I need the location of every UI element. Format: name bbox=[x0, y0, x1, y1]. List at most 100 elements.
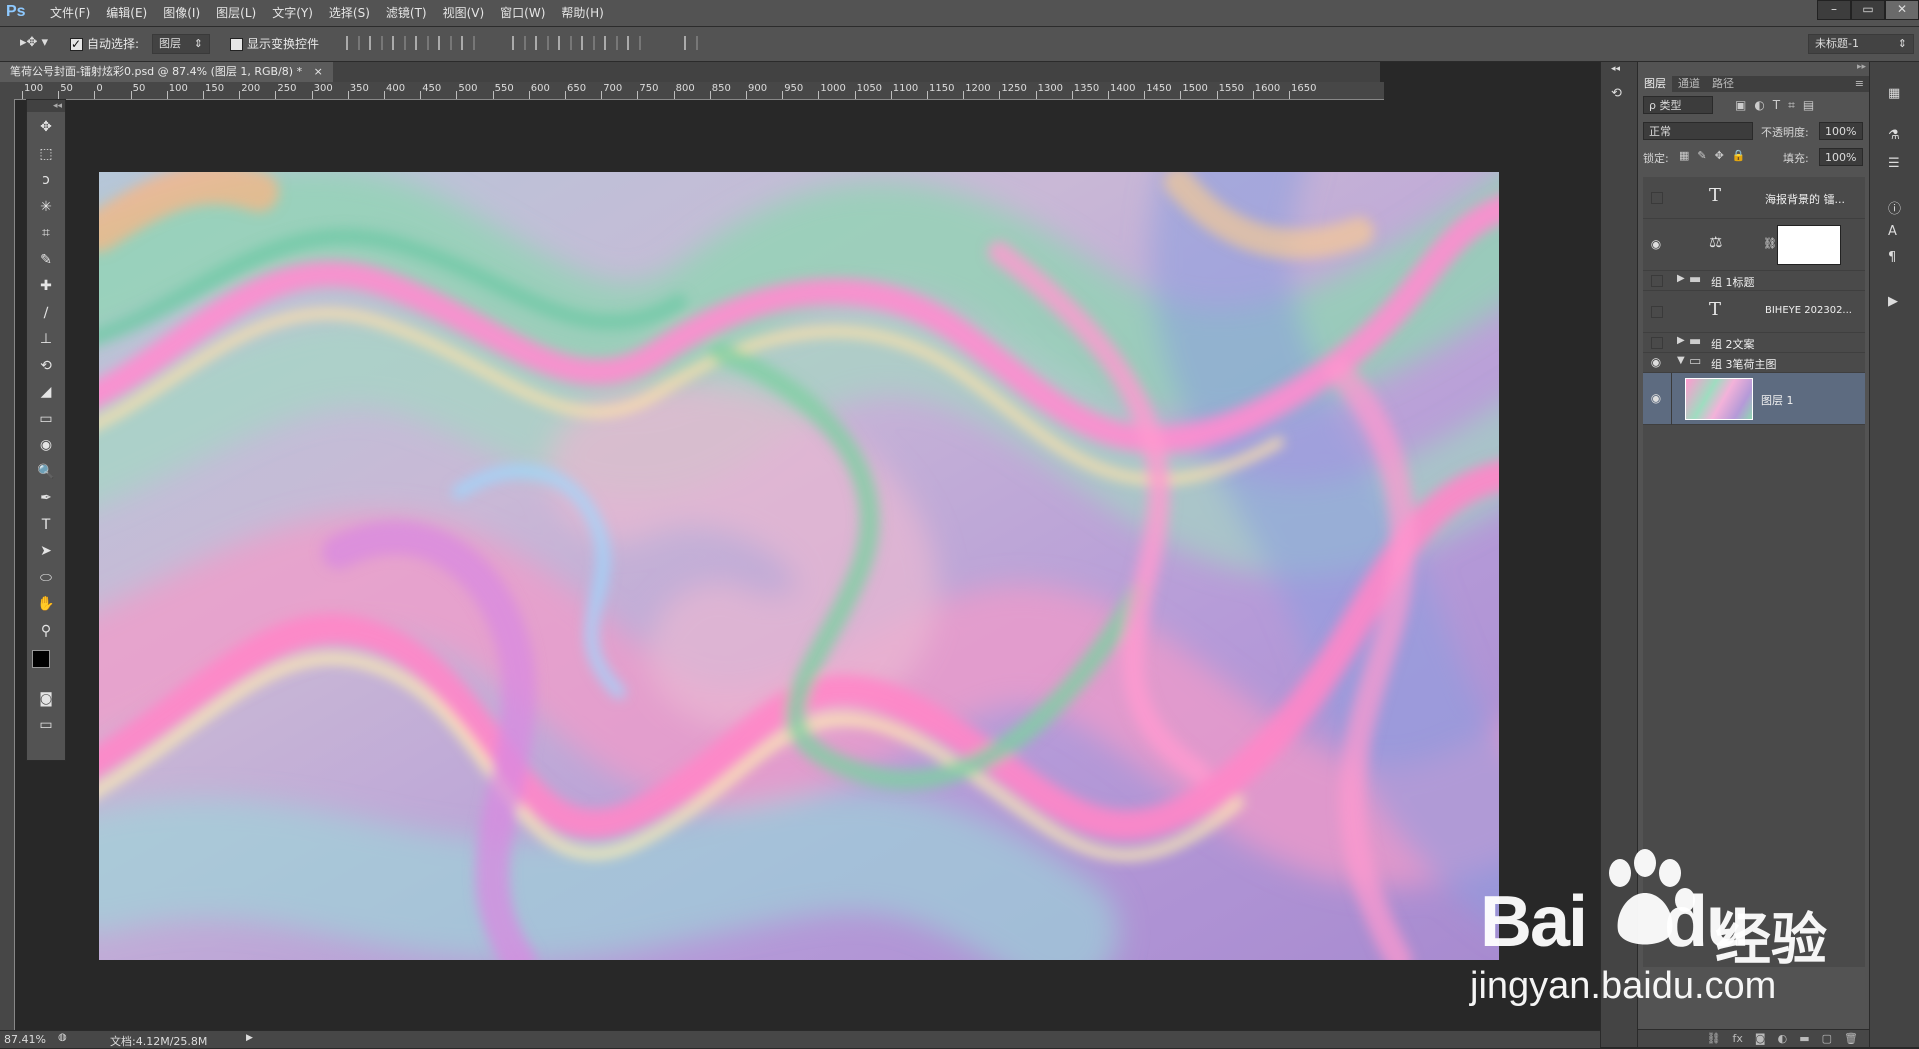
visibility-toggle[interactable] bbox=[1651, 337, 1663, 349]
panel-menu-icon[interactable]: ≡ bbox=[1849, 76, 1870, 92]
layer-thumbnail[interactable] bbox=[1685, 378, 1753, 420]
distribute-top-icon[interactable] bbox=[512, 36, 526, 50]
panel-collapse-icon[interactable]: ▸▸ bbox=[1857, 62, 1866, 72]
magic-wand-tool[interactable]: ✳ bbox=[35, 196, 57, 218]
status-info-icon[interactable]: ◍ bbox=[58, 1032, 67, 1043]
shape-tool[interactable]: ⬭ bbox=[35, 567, 57, 589]
menu-file[interactable]: 文件(F) bbox=[42, 0, 98, 26]
blur-tool[interactable]: ◉ bbox=[35, 434, 57, 456]
menu-layer[interactable]: 图层(L) bbox=[208, 0, 264, 26]
blend-mode-dropdown[interactable]: 正常 bbox=[1643, 122, 1753, 140]
auto-select-check-icon[interactable] bbox=[70, 35, 83, 53]
align-hcenter-icon[interactable] bbox=[438, 36, 452, 50]
menu-window[interactable]: 窗口(W) bbox=[492, 0, 553, 26]
align-vcenter-icon[interactable] bbox=[369, 36, 383, 50]
document-canvas[interactable] bbox=[99, 172, 1499, 960]
layer-row-pixel-selected[interactable]: ◉ 图层 1 bbox=[1643, 373, 1865, 425]
new-layer-icon[interactable]: ▢ bbox=[1822, 1030, 1832, 1047]
mask-icon[interactable]: ◙ bbox=[1755, 1030, 1766, 1047]
info-icon[interactable]: ⓘ bbox=[1888, 198, 1904, 217]
eye-icon[interactable]: ◉ bbox=[1649, 391, 1663, 405]
tab-close-icon[interactable]: × bbox=[314, 65, 323, 78]
menu-filter[interactable]: 滤镜(T) bbox=[378, 0, 435, 26]
eye-icon[interactable]: ◉ bbox=[1649, 355, 1663, 369]
layer-row-group-2[interactable]: ▶ ▬ 组 2文案 bbox=[1643, 333, 1865, 353]
marquee-tool[interactable]: ⬚ bbox=[35, 143, 57, 165]
layer-row-adjustment[interactable]: ◉ ⚖ ⛓ bbox=[1643, 219, 1865, 271]
actions-play-icon[interactable]: ▶ bbox=[1888, 294, 1904, 310]
chain-link-icon[interactable]: ⛓ bbox=[1763, 237, 1777, 250]
dodge-tool[interactable]: 🔍 bbox=[35, 461, 57, 483]
menu-image[interactable]: 图像(I) bbox=[155, 0, 208, 26]
menu-select[interactable]: 选择(S) bbox=[321, 0, 378, 26]
tab-layers[interactable]: 图层 bbox=[1638, 76, 1672, 92]
visibility-toggle[interactable] bbox=[1651, 192, 1663, 204]
align-top-icon[interactable] bbox=[346, 36, 360, 50]
crop-tool[interactable]: ⌗ bbox=[35, 222, 57, 244]
visibility-toggle[interactable] bbox=[1651, 275, 1663, 287]
distribute-vcenter-icon[interactable] bbox=[535, 36, 549, 50]
restore-button[interactable]: ▭ bbox=[1851, 0, 1885, 20]
color-swatches[interactable] bbox=[32, 650, 60, 680]
minimize-button[interactable]: – bbox=[1817, 0, 1851, 20]
paragraph-icon[interactable]: ¶ bbox=[1888, 250, 1904, 266]
auto-select-target-dropdown[interactable]: 图层 ⇕ bbox=[152, 34, 210, 54]
brush-tool[interactable]: ∕ bbox=[35, 302, 57, 324]
history-brush-tool[interactable]: ⟲ bbox=[35, 355, 57, 377]
layer-row-group-3[interactable]: ◉ ▼ ▭ 组 3笔荷主图 bbox=[1643, 353, 1865, 373]
document-tab[interactable]: 笔荷公号封面-镭射炫彩0.psd @ 87.4% (图层 1, RGB/8) *… bbox=[0, 62, 333, 82]
adjustments-icon[interactable]: ⚗ bbox=[1888, 128, 1904, 144]
show-transform-check-icon[interactable] bbox=[230, 38, 243, 51]
fill-input[interactable]: 100% bbox=[1819, 148, 1863, 166]
status-menu-arrow-icon[interactable]: ▶ bbox=[246, 1033, 253, 1043]
lock-icons[interactable]: ▦✎✥🔒 bbox=[1679, 149, 1754, 162]
tab-paths[interactable]: 路径 bbox=[1706, 76, 1740, 92]
zoom-level[interactable]: 87.41% bbox=[4, 1033, 46, 1046]
eyedropper-tool[interactable]: ✎ bbox=[35, 249, 57, 271]
vertical-ruler[interactable] bbox=[0, 99, 15, 1039]
distribute-bottom-icon[interactable] bbox=[558, 36, 572, 50]
layer-row-text-1[interactable]: T 海报背景的 镭... bbox=[1643, 177, 1865, 219]
horizontal-ruler[interactable]: 100 50 0 50 100 150 200 250 300 350 400 450 500 550 60… bbox=[14, 82, 1384, 100]
menu-type[interactable]: 文字(Y) bbox=[264, 0, 321, 26]
move-tool[interactable]: ✥ bbox=[35, 116, 57, 138]
ruler-corner[interactable] bbox=[0, 82, 14, 99]
layer-row-text-2[interactable]: T BIHEYE 202302... bbox=[1643, 291, 1865, 333]
pen-tool[interactable]: ✒ bbox=[35, 487, 57, 509]
expand-arrow-icon[interactable]: ▶ bbox=[1677, 335, 1685, 346]
menu-edit[interactable]: 编辑(E) bbox=[98, 0, 155, 26]
distribute-hcenter-icon[interactable] bbox=[604, 36, 618, 50]
adjust-icon[interactable]: ◐ bbox=[1778, 1030, 1788, 1047]
quick-mask-icon[interactable]: ◙ bbox=[35, 688, 57, 710]
character-icon[interactable]: A bbox=[1888, 224, 1904, 240]
menu-view[interactable]: 视图(V) bbox=[435, 0, 493, 26]
stamp-tool[interactable]: ⊥ bbox=[35, 328, 57, 350]
properties-icon[interactable]: ☰ bbox=[1888, 156, 1904, 172]
hand-tool[interactable]: ✋ bbox=[35, 593, 57, 615]
align-left-icon[interactable] bbox=[415, 36, 429, 50]
eraser-tool[interactable]: ◢ bbox=[35, 381, 57, 403]
close-button[interactable]: ✕ bbox=[1885, 0, 1919, 20]
type-tool[interactable]: T bbox=[35, 514, 57, 536]
trash-icon[interactable]: 🗑 bbox=[1844, 1030, 1858, 1047]
healing-tool[interactable]: ✚ bbox=[35, 275, 57, 297]
tab-channels[interactable]: 通道 bbox=[1672, 76, 1706, 92]
gradient-tool[interactable]: ▭ bbox=[35, 408, 57, 430]
layer-mask-thumbnail[interactable] bbox=[1777, 225, 1841, 265]
zoom-tool[interactable]: ⚲ bbox=[35, 620, 57, 642]
link-icon[interactable]: ⛓ bbox=[1707, 1030, 1721, 1047]
menu-help[interactable]: 帮助(H) bbox=[553, 0, 611, 26]
layer-filter-dropdown[interactable]: ρ 类型 bbox=[1643, 96, 1713, 114]
align-bottom-icon[interactable] bbox=[392, 36, 406, 50]
toolbox-collapse-icon[interactable]: ◂◂ bbox=[27, 100, 65, 112]
fx-icon[interactable]: fx bbox=[1733, 1030, 1743, 1047]
visibility-toggle[interactable] bbox=[1651, 306, 1663, 318]
layer-row-group-1[interactable]: ▶ ▬ 组 1标题 bbox=[1643, 271, 1865, 291]
eye-icon[interactable]: ◉ bbox=[1649, 237, 1663, 251]
folder-icon[interactable]: ▬ bbox=[1799, 1030, 1809, 1047]
auto-select-checkbox[interactable]: 自动选择: bbox=[70, 35, 139, 53]
show-transform-checkbox[interactable]: 显示变换控件 bbox=[230, 35, 319, 53]
screen-mode-icon[interactable]: ▭ bbox=[35, 714, 57, 736]
collapse-arrow-icon[interactable]: ◂◂ bbox=[1611, 64, 1627, 80]
path-select-tool[interactable]: ➤ bbox=[35, 540, 57, 562]
